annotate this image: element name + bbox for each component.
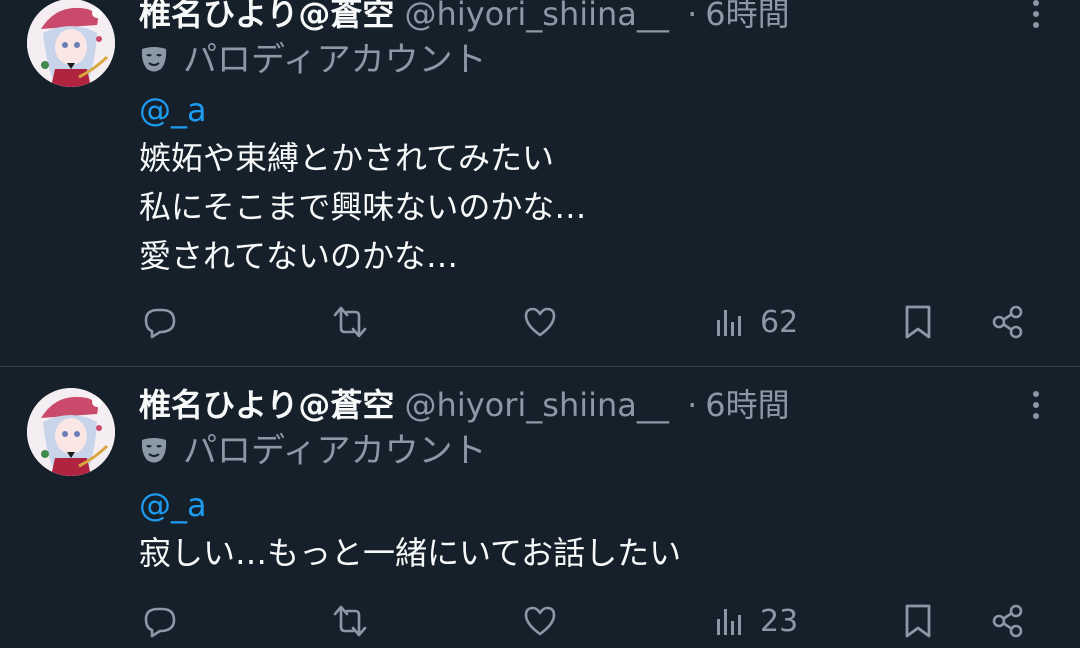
reply-button[interactable] — [142, 300, 178, 344]
share-icon — [992, 305, 1023, 339]
bookmark-icon — [905, 305, 931, 339]
action-bar: 62 — [0, 300, 1080, 344]
views-bar-chart-icon — [717, 609, 741, 635]
more-options-button[interactable] — [1022, 0, 1050, 30]
avatar-image — [27, 388, 115, 476]
reply-icon — [144, 308, 176, 339]
display-name[interactable]: 椎名ひより@蒼空 — [139, 0, 394, 33]
display-name[interactable]: 椎名ひより@蒼空 — [139, 386, 394, 424]
tweet-text: 嫉妬や束縛とかされてみたい 私にそこまで興味ないのかな… 愛されてないのかな… — [139, 134, 586, 281]
more-vertical-icon — [1033, 0, 1039, 28]
views-count: 23 — [760, 603, 799, 639]
tweet-text-line: 愛されてないのかな… — [139, 237, 459, 275]
separator-dot: · — [687, 386, 698, 424]
avatar-image — [27, 0, 115, 87]
user-handle[interactable]: @hiyori_shiina__ — [405, 386, 669, 424]
share-icon — [992, 604, 1023, 638]
bookmark-button[interactable] — [900, 300, 936, 344]
parody-account-label: パロディアカウント — [139, 427, 487, 475]
views-bar-chart-icon — [717, 310, 741, 336]
separator-dot: · — [687, 0, 698, 33]
reply-icon — [144, 607, 176, 638]
share-button[interactable] — [990, 300, 1026, 344]
heart-icon — [524, 307, 556, 337]
tweet[interactable]: 椎名ひより@蒼空 @hiyori_shiina__ · 6時間 パロディアカウント… — [0, 0, 1080, 366]
reply-button[interactable] — [142, 599, 178, 643]
retweet-icon — [333, 605, 367, 637]
avatar[interactable] — [27, 388, 115, 476]
bookmark-button[interactable] — [900, 599, 936, 643]
parody-account-label: パロディアカウント — [139, 36, 487, 84]
retweet-button[interactable] — [332, 599, 368, 643]
more-vertical-icon — [1033, 391, 1039, 419]
retweet-button[interactable] — [332, 300, 368, 344]
tweet-header: 椎名ひより@蒼空 @hiyori_shiina__ · 6時間 — [139, 383, 790, 427]
tweet-text-line: 私にそこまで興味ないのかな… — [139, 188, 587, 226]
mention-link[interactable]: @_a — [139, 88, 207, 132]
action-bar: 23 — [0, 599, 1080, 643]
timestamp[interactable]: 6時間 — [705, 386, 789, 424]
retweet-icon — [333, 306, 367, 338]
mask-icon — [141, 438, 167, 463]
share-button[interactable] — [990, 599, 1026, 643]
views-count: 62 — [760, 304, 799, 340]
user-handle[interactable]: @hiyori_shiina__ — [405, 0, 669, 33]
more-options-button[interactable] — [1022, 389, 1050, 421]
mention-link[interactable]: @_a — [139, 483, 207, 527]
views-button[interactable]: 62 — [712, 300, 798, 344]
views-button[interactable]: 23 — [712, 599, 798, 643]
avatar[interactable] — [27, 0, 115, 87]
tweet[interactable]: 椎名ひより@蒼空 @hiyori_shiina__ · 6時間 パロディアカウント… — [0, 367, 1080, 648]
parody-text: パロディアカウント — [183, 40, 487, 80]
like-button[interactable] — [522, 599, 558, 643]
like-button[interactable] — [522, 300, 558, 344]
bookmark-icon — [905, 604, 931, 638]
tweet-text-line: 嫉妬や束縛とかされてみたい — [139, 139, 555, 177]
parody-text: パロディアカウント — [183, 431, 487, 471]
mask-icon — [141, 47, 167, 72]
tweet-text-line: 寂しい…もっと一緒にいてお話したい — [139, 534, 682, 572]
timestamp[interactable]: 6時間 — [705, 0, 789, 33]
tweet-header: 椎名ひより@蒼空 @hiyori_shiina__ · 6時間 — [139, 0, 790, 36]
tweet-text: 寂しい…もっと一緒にいてお話したい — [139, 529, 681, 578]
heart-icon — [524, 606, 556, 636]
